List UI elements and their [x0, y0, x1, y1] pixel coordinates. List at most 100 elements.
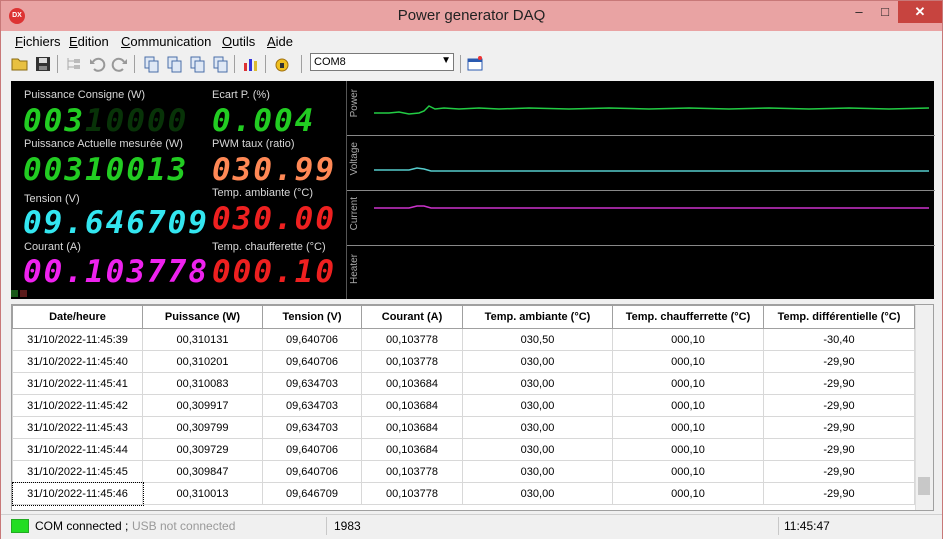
table-cell[interactable]: 030,50 [462, 328, 613, 351]
table-row[interactable]: 31/10/2022-11:45:43 00,309799 09,634703 00,… [12, 416, 915, 439]
table-cell[interactable]: 00,103778 [361, 350, 463, 373]
table-cell[interactable]: 00,310013 [142, 482, 263, 505]
table-cell[interactable]: 00,309729 [142, 438, 263, 461]
menu-outils[interactable]: Outils [222, 34, 255, 49]
scrollbar-thumb[interactable] [918, 477, 930, 495]
table-cell[interactable]: 31/10/2022-11:45:46 [12, 481, 144, 506]
maximize-button[interactable]: □ [872, 1, 898, 23]
table-cell[interactable]: -30,40 [763, 328, 915, 351]
table-row[interactable]: 31/10/2022-11:45:46 00,310013 09,646709 00,… [12, 481, 915, 506]
table-cell[interactable]: 00,103778 [361, 460, 463, 483]
table-cell[interactable]: 00,310131 [142, 328, 263, 351]
table-cell[interactable]: 030,00 [462, 372, 613, 395]
tree-icon[interactable] [65, 55, 83, 73]
close-button[interactable]: ✕ [898, 1, 942, 23]
table-cell[interactable]: 00,103778 [361, 482, 463, 505]
col-header[interactable]: Temp. différentielle (°C) [763, 305, 915, 329]
table-cell[interactable]: -29,90 [763, 372, 915, 395]
table-cell[interactable]: 31/10/2022-11:45:41 [12, 372, 143, 395]
copy-icon[interactable] [211, 55, 229, 73]
col-header[interactable]: Courant (A) [361, 305, 463, 329]
table-cell[interactable]: 00,103778 [361, 328, 463, 351]
redo-icon[interactable] [111, 55, 129, 73]
table-cell[interactable]: 030,00 [462, 482, 613, 505]
table-cell[interactable]: 31/10/2022-11:45:39 [12, 328, 143, 351]
table-row[interactable]: 31/10/2022-11:45:42 00,309917 09,634703 00,… [12, 394, 915, 417]
table-cell[interactable]: 00,103684 [361, 438, 463, 461]
window-icon[interactable] [466, 55, 484, 73]
table-cell[interactable]: 030,00 [462, 416, 613, 439]
col-header[interactable]: Puissance (W) [142, 305, 263, 329]
table-cell[interactable]: 09,646709 [262, 482, 362, 505]
table-cell[interactable]: -29,90 [763, 350, 915, 373]
table-cell[interactable]: -29,90 [763, 460, 915, 483]
table-cell[interactable]: -29,90 [763, 438, 915, 461]
table-cell[interactable]: 09,640706 [262, 438, 362, 461]
table-cell[interactable]: 09,640706 [262, 350, 362, 373]
power-trace [374, 105, 930, 115]
menu-fichiers[interactable]: Fichiers [15, 34, 61, 49]
toolbar-separator [57, 55, 58, 73]
com-port-select[interactable]: COM8 ▼ [310, 53, 454, 71]
table-cell[interactable]: 000,10 [612, 350, 764, 373]
col-header[interactable]: Temp. ambiante (°C) [462, 305, 613, 329]
table-cell[interactable]: 31/10/2022-11:45:45 [12, 460, 143, 483]
copy-icon[interactable] [165, 55, 183, 73]
lock-icon[interactable] [273, 55, 291, 73]
table-cell[interactable]: 000,10 [612, 328, 764, 351]
table-cell[interactable]: -29,90 [763, 394, 915, 417]
table-cell[interactable]: 00,309847 [142, 460, 263, 483]
col-header[interactable]: Tension (V) [262, 305, 362, 329]
col-header[interactable]: Date/heure [12, 305, 143, 329]
table-cell[interactable]: 030,00 [462, 460, 613, 483]
indicator-led [20, 290, 27, 297]
table-cell[interactable]: 000,10 [612, 372, 764, 395]
title-bar[interactable]: DX Power generator DAQ – □ ✕ [1, 1, 942, 31]
table-cell[interactable]: 31/10/2022-11:45:42 [12, 394, 143, 417]
table-row[interactable]: 31/10/2022-11:45:39 00,310131 09,640706 00,… [12, 328, 915, 351]
menu-aide[interactable]: Aide [267, 34, 293, 49]
copy-icon[interactable] [142, 55, 160, 73]
undo-icon[interactable] [88, 55, 106, 73]
bar-chart-icon[interactable] [242, 55, 260, 73]
table-row[interactable]: 31/10/2022-11:45:44 00,309729 09,640706 00,… [12, 438, 915, 461]
table-cell[interactable]: 00,310201 [142, 350, 263, 373]
table-cell[interactable]: 31/10/2022-11:45:44 [12, 438, 143, 461]
table-cell[interactable]: 00,103684 [361, 394, 463, 417]
copy-icon[interactable] [188, 55, 206, 73]
minimize-button[interactable]: – [846, 1, 872, 23]
table-cell[interactable]: 09,634703 [262, 394, 362, 417]
table-cell[interactable]: 00,309799 [142, 416, 263, 439]
table-cell[interactable]: 31/10/2022-11:45:43 [12, 416, 143, 439]
table-cell[interactable]: 000,10 [612, 438, 764, 461]
table-cell[interactable]: 000,10 [612, 394, 764, 417]
table-cell[interactable]: -29,90 [763, 416, 915, 439]
table-cell[interactable]: 09,640706 [262, 460, 362, 483]
table-cell[interactable]: 09,634703 [262, 372, 362, 395]
table-cell[interactable]: 00,103684 [361, 372, 463, 395]
table-row[interactable]: 31/10/2022-11:45:41 00,310083 09,634703 00,… [12, 372, 915, 395]
table-cell[interactable]: 000,10 [612, 482, 764, 505]
table-row[interactable]: 31/10/2022-11:45:40 00,310201 09,640706 00,… [12, 350, 915, 373]
open-folder-icon[interactable] [11, 55, 29, 73]
table-cell[interactable]: 000,10 [612, 460, 764, 483]
table-cell[interactable]: 09,634703 [262, 416, 362, 439]
col-header[interactable]: Temp. chaufferrette (°C) [612, 305, 764, 329]
table-row[interactable]: 31/10/2022-11:45:45 00,309847 09,640706 00,… [12, 460, 915, 483]
vertical-scrollbar[interactable] [915, 305, 933, 510]
table-cell[interactable]: 030,00 [462, 394, 613, 417]
table-cell[interactable]: 00,309917 [142, 394, 263, 417]
table-cell[interactable]: 000,10 [612, 416, 764, 439]
plot-label: Voltage [349, 142, 360, 176]
menu-edition[interactable]: Edition [69, 34, 109, 49]
actuelle-display: 00310013 [23, 152, 189, 188]
table-cell[interactable]: 09,640706 [262, 328, 362, 351]
table-cell[interactable]: -29,90 [763, 482, 915, 505]
menu-communication[interactable]: Communication [121, 34, 211, 49]
table-cell[interactable]: 030,00 [462, 438, 613, 461]
table-cell[interactable]: 00,103684 [361, 416, 463, 439]
table-cell[interactable]: 030,00 [462, 350, 613, 373]
table-cell[interactable]: 31/10/2022-11:45:40 [12, 350, 143, 373]
table-cell[interactable]: 00,310083 [142, 372, 263, 395]
save-icon[interactable] [34, 55, 52, 73]
